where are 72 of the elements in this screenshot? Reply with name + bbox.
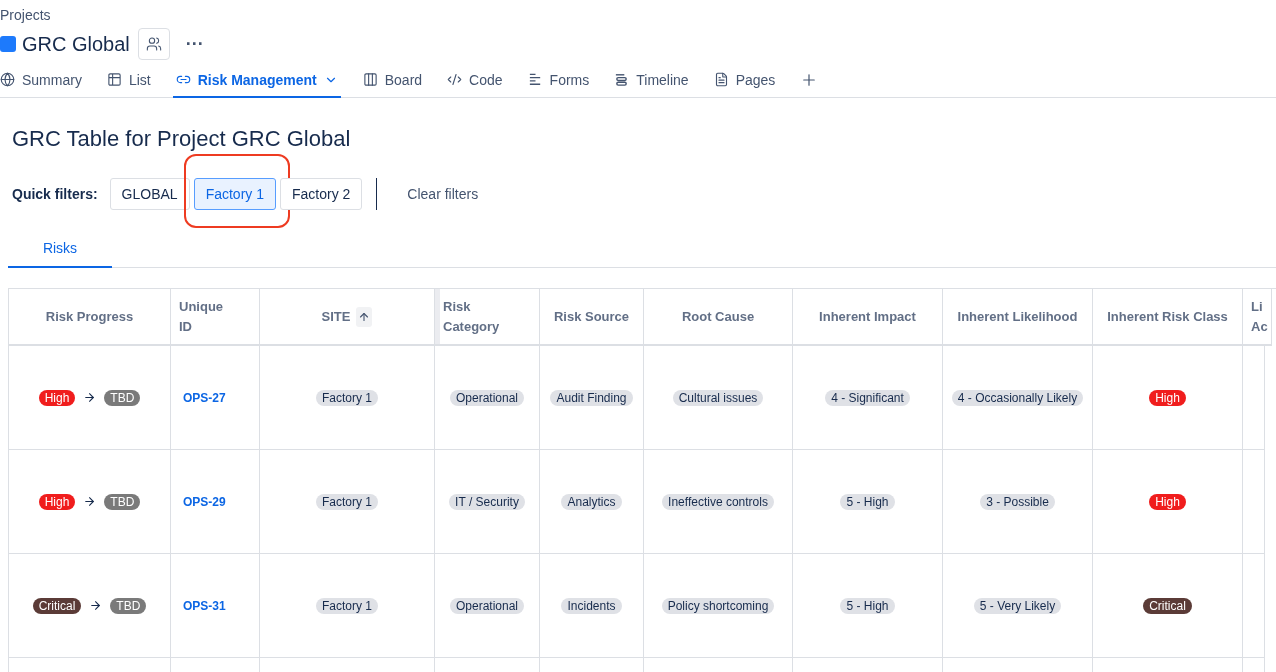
category-tag: IT / Security: [449, 493, 525, 510]
column-header: Risk Source: [553, 307, 630, 326]
globe-icon: [0, 72, 15, 87]
likelihood-tag: 3 - Possible: [980, 493, 1055, 510]
arrow-right-icon: [89, 599, 103, 612]
filter-button[interactable]: Factory 2: [280, 178, 363, 210]
site-tag: Factory 1: [316, 389, 378, 406]
code-icon: [447, 72, 463, 87]
source-tag: Audit Finding: [550, 389, 633, 406]
source-tag: Analytics: [561, 493, 622, 510]
nav-tab[interactable]: Summary: [0, 63, 85, 98]
column-header: Risk Progress: [45, 307, 134, 326]
risk-class-lozenge: Critical: [1143, 597, 1192, 614]
source-tag: Incidents: [561, 597, 622, 614]
nav-tab[interactable]: Pages: [710, 63, 779, 98]
column-header: Root Cause: [681, 307, 755, 326]
more-button[interactable]: ···: [175, 33, 214, 55]
page-icon: [713, 72, 729, 87]
table-icon: [106, 72, 122, 87]
issue-link[interactable]: OPS-27: [183, 390, 226, 405]
nav-tab[interactable]: Risk Management: [172, 63, 341, 98]
filters-label: Quick filters:: [12, 186, 98, 202]
category-tag: Operational: [449, 597, 524, 614]
impact-tag: 5 - High: [840, 493, 895, 510]
timeline-icon: [614, 72, 630, 87]
filter-button[interactable]: Factory 1: [193, 178, 276, 210]
impact-tag: 4 - Significant: [825, 389, 910, 406]
column-header: Li Ac: [1251, 297, 1268, 336]
column-header: SITE: [321, 307, 351, 326]
forms-icon: [527, 72, 543, 87]
project-title: GRC Global: [22, 32, 130, 56]
column-header: Inherent Risk Class: [1107, 307, 1228, 326]
site-tag: Factory 1: [316, 493, 378, 510]
columns-icon: [362, 72, 378, 87]
arrow-right-icon: [83, 495, 97, 508]
view-tab[interactable]: Risks: [8, 230, 112, 268]
likelihood-tag: 5 - Very Likely: [973, 597, 1062, 614]
clear-filters-button[interactable]: Clear filters: [395, 186, 491, 202]
page-title: GRC Table for Project GRC Global: [12, 126, 352, 153]
nav-tab[interactable]: Code: [444, 63, 506, 98]
risk-level-lozenge: TBD: [110, 597, 147, 614]
risk-level-lozenge: TBD: [104, 493, 141, 510]
column-header: Inherent Impact: [819, 307, 916, 326]
nav-tab[interactable]: Timeline: [611, 63, 692, 98]
column-header: Inherent Likelihood: [957, 307, 1078, 326]
column-header: Unique ID: [179, 297, 225, 336]
risk-class-lozenge: High: [1149, 389, 1186, 406]
site-tag: Factory 1: [316, 597, 378, 614]
risk-level-lozenge: Critical: [32, 597, 82, 614]
likelihood-tag: 4 - Occasionally Likely: [951, 389, 1084, 406]
root-cause-tag: Ineffective controls: [662, 493, 774, 510]
category-tag: Operational: [449, 389, 524, 406]
root-cause-tag: Policy shortcoming: [661, 597, 775, 614]
arrow-right-icon: [83, 391, 97, 404]
risk-level-lozenge: TBD: [104, 389, 141, 406]
risk-level-lozenge: High: [38, 493, 76, 510]
issue-link[interactable]: OPS-29: [183, 494, 226, 509]
people-button[interactable]: [137, 28, 170, 60]
breadcrumb-link[interactable]: Projects: [0, 0, 1276, 25]
impact-tag: 5 - High: [840, 597, 895, 614]
nav-tab[interactable]: Forms: [524, 63, 593, 98]
risk-level-lozenge: High: [38, 389, 76, 406]
column-header: Risk Category: [443, 297, 501, 336]
people-icon: [145, 36, 162, 52]
sort-ascending-icon[interactable]: [356, 306, 373, 327]
nav-tab[interactable]: List: [103, 63, 154, 98]
root-cause-tag: Cultural issues: [672, 389, 764, 406]
issue-link[interactable]: OPS-31: [183, 598, 226, 613]
nav-tab[interactable]: Board: [359, 63, 426, 98]
project-avatar-icon: [0, 36, 16, 52]
filter-button[interactable]: GLOBAL: [109, 178, 190, 210]
risk-class-lozenge: High: [1149, 493, 1186, 510]
